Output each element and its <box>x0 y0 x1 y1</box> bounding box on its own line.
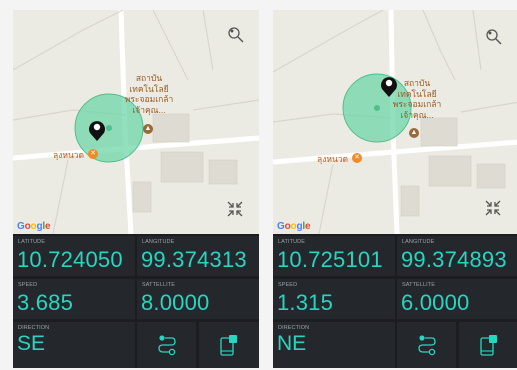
phone-notify-button[interactable] <box>199 322 259 368</box>
school-icon: ▲ <box>143 124 153 134</box>
satellite-label: SATTELLITE <box>142 282 175 288</box>
latitude-value: 10.724050 <box>17 247 123 272</box>
speed-cell: SPEED 3.685 <box>13 279 135 319</box>
latitude-value: 10.725101 <box>277 247 383 272</box>
map-roads <box>273 10 517 234</box>
route-icon <box>157 335 176 356</box>
route-icon <box>417 335 436 356</box>
poi-label: สถาบัน เทคโนโลยี พระจอมเกล้า เจ้าคุณ... <box>124 73 174 115</box>
longitude-cell: LANGITUDE 99.374313 <box>137 236 259 276</box>
speed-value: 1.315 <box>277 290 334 315</box>
longitude-value: 99.374893 <box>401 247 507 272</box>
direction-label: DIRECTION <box>278 325 310 331</box>
phone-notify-icon <box>220 335 237 356</box>
speed-value: 3.685 <box>17 290 74 315</box>
speed-cell: SPEED 1.315 <box>273 279 395 319</box>
poi-label: สถาบัน เทคโนโลยี พระจอมเกล้า เจ้าคุณ... <box>392 78 442 120</box>
longitude-label: LANGITUDE <box>142 239 175 245</box>
google-logo: Google <box>277 221 311 232</box>
local-place-label: ลุงหนวด <box>317 154 349 164</box>
longitude-label: LANGITUDE <box>402 239 435 245</box>
satellite-cell: SATTELLITE 8.0000 <box>137 279 259 319</box>
route-button[interactable] <box>137 322 196 368</box>
speed-label: SPEED <box>18 282 38 288</box>
local-place-label: ลุงหนวด <box>53 150 85 160</box>
satellite-cell: SATTELLITE 6.0000 <box>397 279 517 319</box>
longitude-value: 99.374313 <box>141 247 247 272</box>
latitude-cell: LATITUDE 10.725101 <box>273 236 395 276</box>
school-icon: ▲ <box>409 128 419 138</box>
latitude-cell: LATITUDE 10.724050 <box>13 236 135 276</box>
direction-label: DIRECTION <box>18 325 50 331</box>
satellite-value: 6.0000 <box>401 290 470 315</box>
latitude-label: LATITUDE <box>18 239 45 245</box>
longitude-cell: LANGITUDE 99.374893 <box>397 236 517 276</box>
map-view[interactable]: สถาบัน เทคโนโลยี พระจอมเกล้า เจ้าคุณ... … <box>13 10 259 234</box>
gps-panel-left: สถาบัน เทคโนโลยี พระจอมเกล้า เจ้าคุณ... … <box>13 10 259 368</box>
direction-value: NE <box>277 332 307 355</box>
latitude-label: LATITUDE <box>278 239 305 245</box>
gps-panel-right: สถาบัน เทคโนโลยี พระจอมเกล้า เจ้าคุณ... … <box>273 10 517 368</box>
direction-cell: DIRECTION SE <box>13 322 135 368</box>
satellite-value: 8.0000 <box>141 290 210 315</box>
satellite-label: SATTELLITE <box>402 282 435 288</box>
restaurant-icon: ✕ <box>352 153 362 163</box>
route-button[interactable] <box>397 322 456 368</box>
phone-notify-button[interactable] <box>459 322 517 368</box>
speed-label: SPEED <box>278 282 298 288</box>
map-view[interactable]: สถาบัน เทคโนโลยี พระจอมเกล้า เจ้าคุณ... … <box>273 10 517 234</box>
phone-notify-icon <box>480 335 497 356</box>
direction-cell: DIRECTION NE <box>273 322 395 368</box>
restaurant-icon: ✕ <box>88 149 98 159</box>
map-roads <box>13 10 259 234</box>
direction-value: SE <box>17 332 46 355</box>
google-logo: Google <box>17 221 51 232</box>
